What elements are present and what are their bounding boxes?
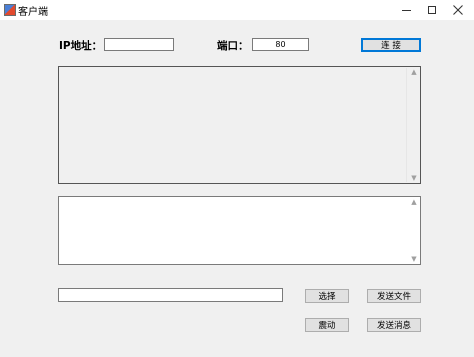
- close-icon: [453, 5, 463, 15]
- message-input-box[interactable]: ▲ ▼: [58, 196, 421, 265]
- received-messages-text: [60, 68, 407, 182]
- scroll-down-arrow-icon[interactable]: ▼: [410, 174, 418, 182]
- message-input-text[interactable]: [61, 199, 406, 262]
- send-file-button[interactable]: 发送文件: [367, 289, 421, 303]
- title-bar[interactable]: 客户端: [0, 0, 474, 20]
- ip-input[interactable]: [104, 38, 174, 51]
- connect-button[interactable]: 连 接: [361, 38, 421, 52]
- scroll-up-arrow-icon[interactable]: ▲: [410, 68, 418, 76]
- file-path-input[interactable]: [58, 288, 283, 302]
- minimize-icon: [401, 9, 411, 11]
- message-scrollbar[interactable]: ▲ ▼: [408, 197, 420, 264]
- scroll-up-arrow-icon[interactable]: ▲: [410, 198, 418, 206]
- scroll-down-arrow-icon[interactable]: ▼: [410, 255, 418, 263]
- close-button[interactable]: [441, 0, 474, 20]
- maximize-icon: [428, 6, 436, 14]
- port-label: 端口：: [217, 40, 249, 52]
- ip-label: IP地址：: [59, 40, 103, 52]
- window-title: 客户端: [18, 7, 48, 18]
- port-input[interactable]: [252, 38, 309, 51]
- send-message-button[interactable]: 发送消息: [367, 318, 421, 332]
- shake-button[interactable]: 震动: [305, 318, 349, 332]
- app-icon: [4, 4, 16, 16]
- choose-file-button[interactable]: 选择: [305, 289, 349, 303]
- received-messages-box[interactable]: ▲ ▼: [58, 66, 421, 184]
- received-scrollbar[interactable]: ▲ ▼: [408, 67, 420, 183]
